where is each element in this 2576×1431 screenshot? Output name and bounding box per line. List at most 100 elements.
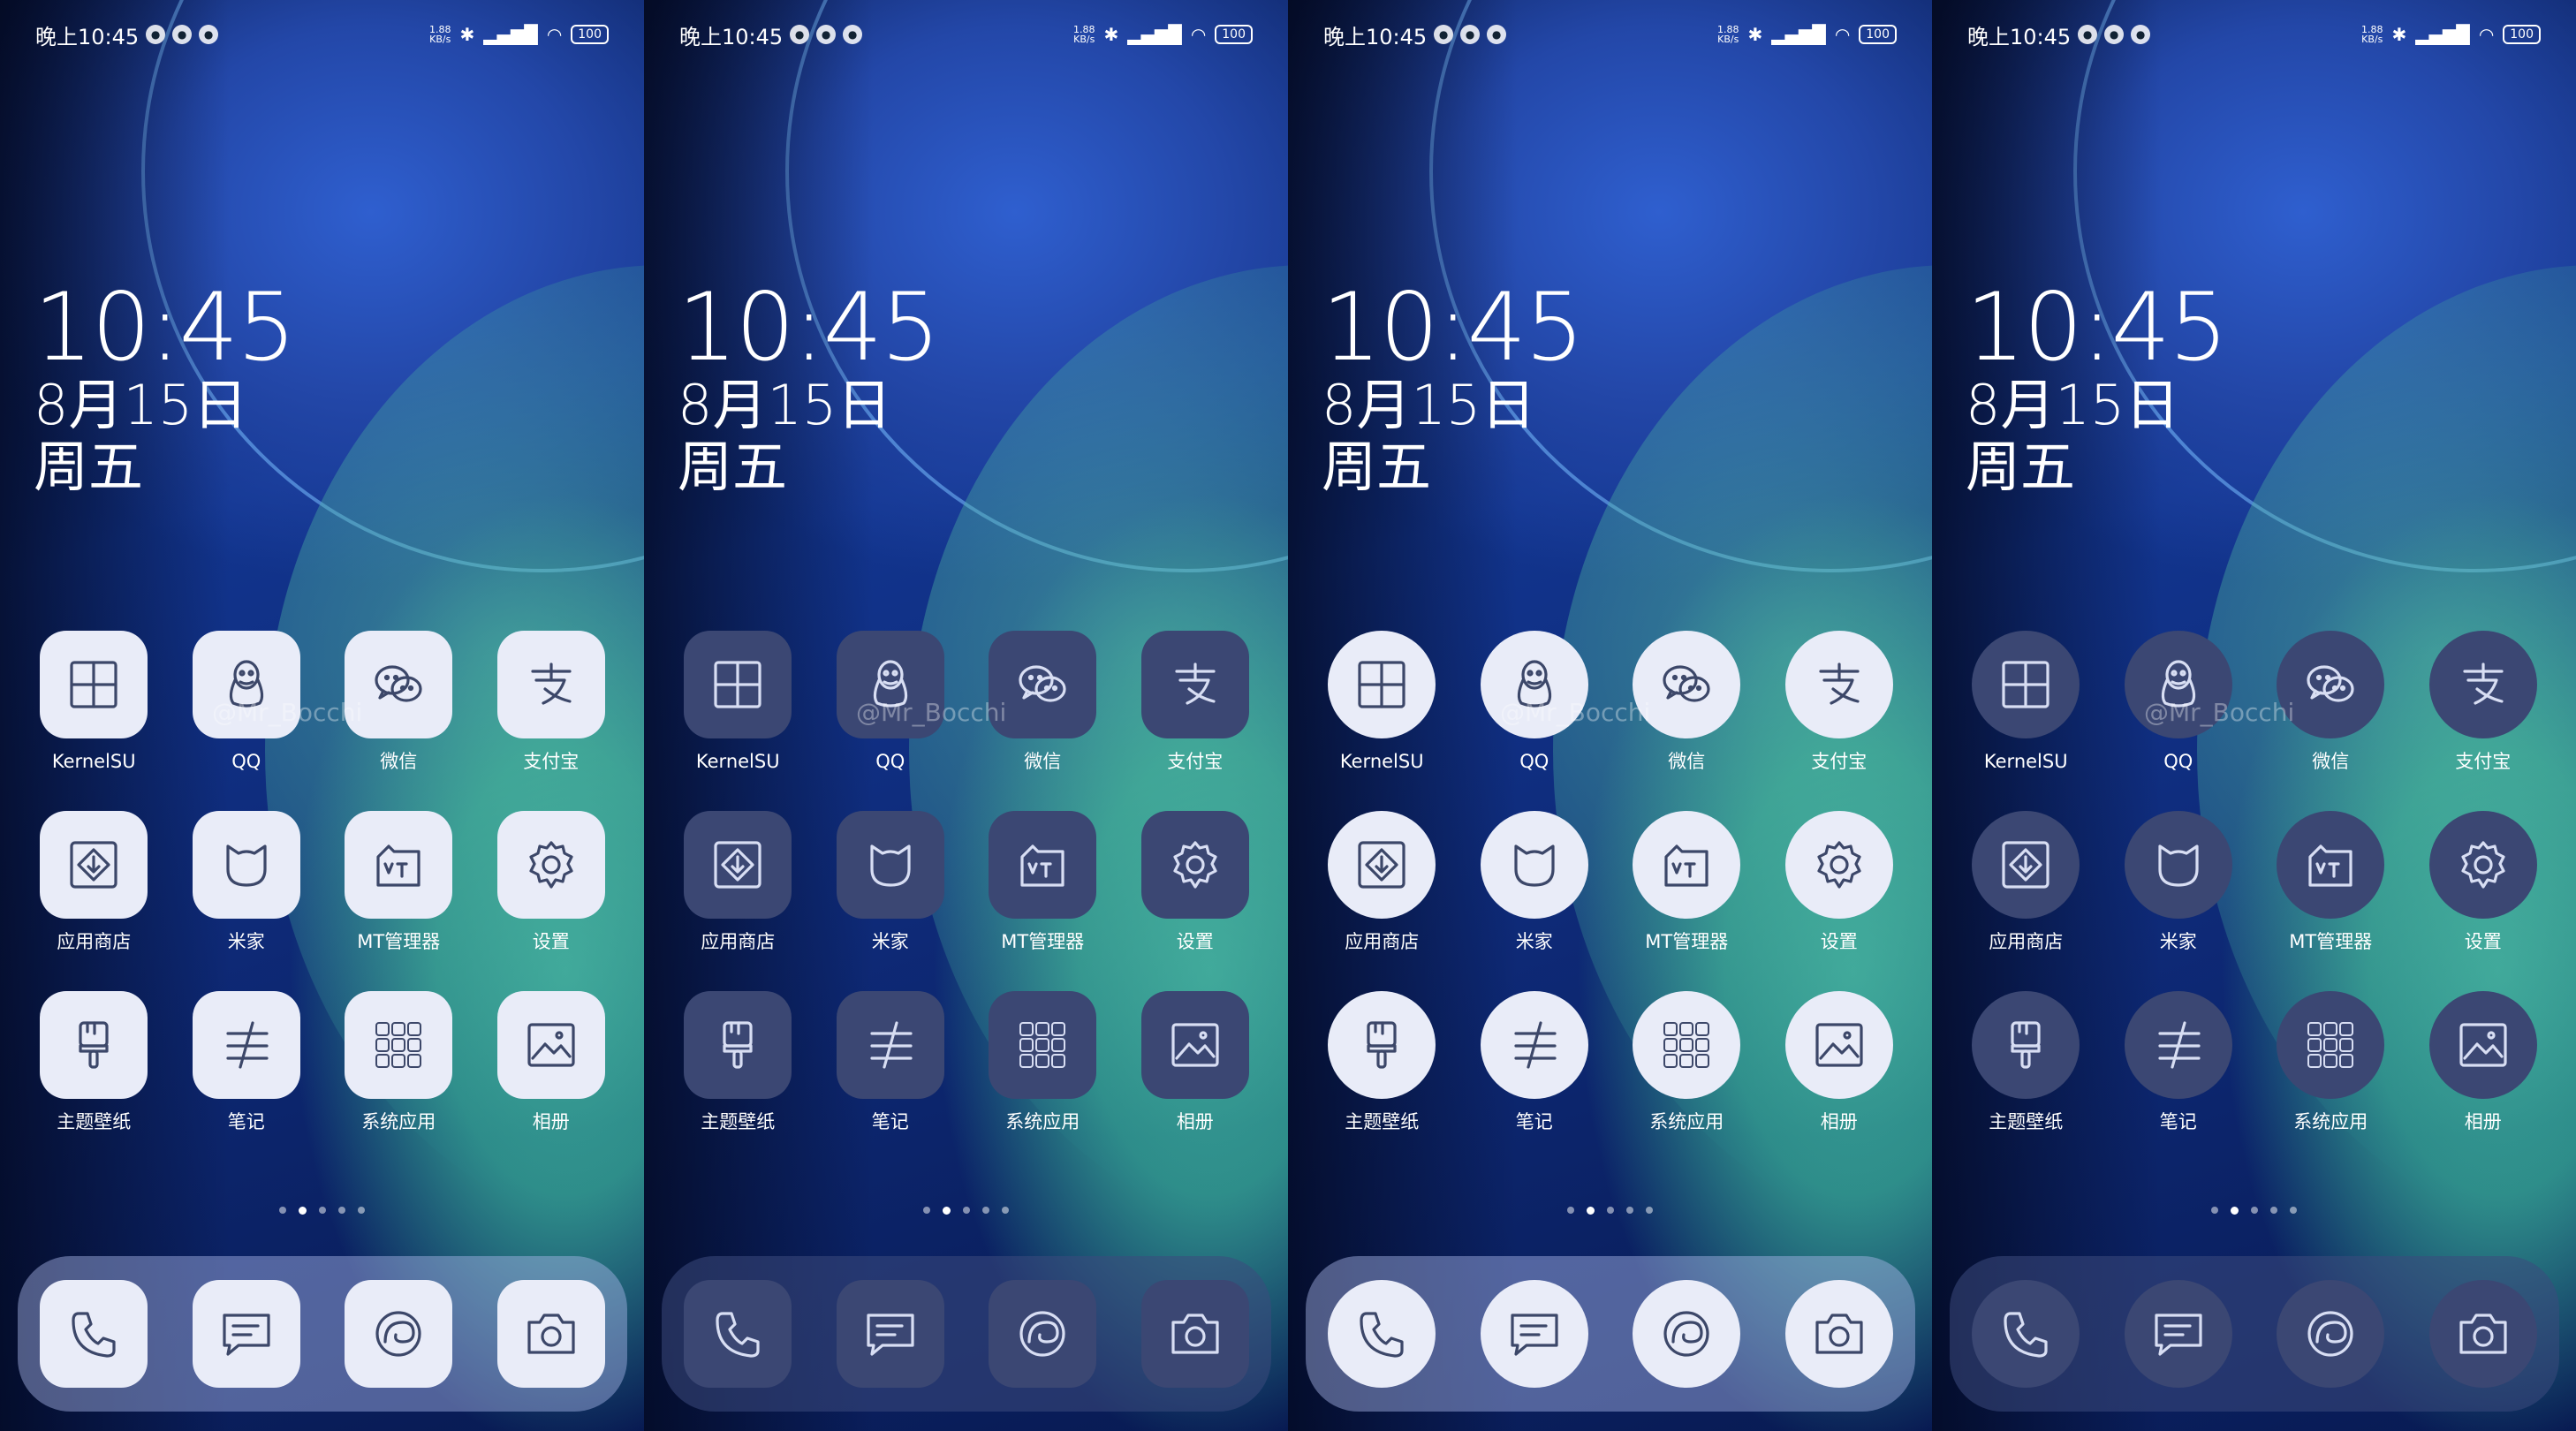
app-mt-manager[interactable]: MT管理器	[1610, 811, 1763, 954]
app-mijia[interactable]: 米家	[814, 811, 967, 954]
page-indicator[interactable]	[644, 1207, 1288, 1215]
app-gallery[interactable]: 相册	[2407, 991, 2560, 1134]
app-mijia[interactable]: 米家	[1458, 811, 1611, 954]
app-gear[interactable]: 设置	[475, 811, 628, 954]
gear-icon[interactable]	[496, 811, 605, 919]
clock-widget[interactable]: 10:45 8月15日 周五	[34, 281, 296, 498]
grid-icon[interactable]	[1972, 631, 2080, 738]
message-icon[interactable]	[192, 1280, 300, 1388]
app-grid[interactable]: KernelSU	[1306, 631, 1458, 774]
folder-icon[interactable]	[2277, 991, 2385, 1099]
app-folder[interactable]: 系统应用	[966, 991, 1119, 1134]
gallery-icon[interactable]	[496, 991, 605, 1099]
app-app-store[interactable]: 应用商店	[18, 811, 170, 954]
app-app-store[interactable]: 应用商店	[1306, 811, 1458, 954]
notes-icon[interactable]	[836, 991, 944, 1099]
page-indicator[interactable]	[1932, 1207, 2576, 1215]
app-brush[interactable]: 主题壁纸	[662, 991, 814, 1134]
message-icon[interactable]	[836, 1280, 944, 1388]
app-alipay[interactable]: 支付宝	[1119, 631, 1272, 774]
clock-widget[interactable]: 10:45 8月15日 周五	[1966, 281, 2228, 498]
page-dot[interactable]	[1607, 1207, 1614, 1214]
mijia-icon[interactable]	[836, 811, 944, 919]
app-app-store[interactable]: 应用商店	[1950, 811, 2102, 954]
app-gallery[interactable]: 相册	[1119, 991, 1272, 1134]
mt-manager-icon[interactable]	[989, 811, 1097, 919]
page-dot[interactable]	[319, 1207, 326, 1214]
phone-icon[interactable]	[40, 1280, 148, 1388]
app-mijia[interactable]: 米家	[2102, 811, 2255, 954]
clock-widget[interactable]: 10:45 8月15日 周五	[1322, 281, 1584, 498]
page-dot[interactable]	[1626, 1207, 1633, 1214]
browser-icon[interactable]	[1633, 1280, 1741, 1388]
app-folder[interactable]: 系统应用	[2254, 991, 2407, 1134]
app-alipay[interactable]: 支付宝	[1763, 631, 1916, 774]
phone-icon[interactable]	[684, 1280, 792, 1388]
camera-icon[interactable]	[1784, 1280, 1893, 1388]
clock-widget[interactable]: 10:45 8月15日 周五	[678, 281, 940, 498]
app-notes[interactable]: 笔记	[1458, 991, 1611, 1134]
grid-icon[interactable]	[1328, 631, 1436, 738]
page-dot[interactable]	[1587, 1207, 1595, 1215]
grid-icon[interactable]	[40, 631, 148, 738]
page-dot[interactable]	[299, 1207, 307, 1215]
gallery-icon[interactable]	[1784, 991, 1893, 1099]
app-alipay[interactable]: 支付宝	[475, 631, 628, 774]
app-notes[interactable]: 笔记	[814, 991, 967, 1134]
alipay-icon[interactable]	[2428, 631, 2537, 738]
app-brush[interactable]: 主题壁纸	[1306, 991, 1458, 1134]
alipay-icon[interactable]	[1784, 631, 1893, 738]
app-mt-manager[interactable]: MT管理器	[322, 811, 475, 954]
app-notes[interactable]: 笔记	[170, 991, 323, 1134]
phone-icon[interactable]	[1328, 1280, 1436, 1388]
browser-icon[interactable]	[2277, 1280, 2385, 1388]
app-store-icon[interactable]	[40, 811, 148, 919]
page-dot[interactable]	[943, 1207, 951, 1215]
page-dot[interactable]	[1002, 1207, 1009, 1214]
app-folder[interactable]: 系统应用	[1610, 991, 1763, 1134]
page-dot[interactable]	[1567, 1207, 1574, 1214]
camera-icon[interactable]	[1140, 1280, 1249, 1388]
camera-icon[interactable]	[496, 1280, 605, 1388]
folder-icon[interactable]	[345, 991, 453, 1099]
message-icon[interactable]	[2124, 1280, 2232, 1388]
page-dot[interactable]	[279, 1207, 286, 1214]
app-app-store[interactable]: 应用商店	[662, 811, 814, 954]
message-icon[interactable]	[1480, 1280, 1588, 1388]
app-brush[interactable]: 主题壁纸	[18, 991, 170, 1134]
mt-manager-icon[interactable]	[345, 811, 453, 919]
page-dot[interactable]	[2251, 1207, 2258, 1214]
folder-icon[interactable]	[1633, 991, 1741, 1099]
page-dot[interactable]	[982, 1207, 989, 1214]
notes-icon[interactable]	[1480, 991, 1588, 1099]
page-dot[interactable]	[2290, 1207, 2297, 1214]
gear-icon[interactable]	[1140, 811, 1249, 919]
page-dot[interactable]	[2270, 1207, 2277, 1214]
page-dot[interactable]	[358, 1207, 365, 1214]
brush-icon[interactable]	[684, 991, 792, 1099]
page-dot[interactable]	[2231, 1207, 2239, 1215]
phone-icon[interactable]	[1972, 1280, 2080, 1388]
alipay-icon[interactable]	[1140, 631, 1249, 738]
grid-icon[interactable]	[684, 631, 792, 738]
app-gear[interactable]: 设置	[2407, 811, 2560, 954]
gear-icon[interactable]	[1784, 811, 1893, 919]
app-mt-manager[interactable]: MT管理器	[966, 811, 1119, 954]
gallery-icon[interactable]	[2428, 991, 2537, 1099]
app-mijia[interactable]: 米家	[170, 811, 323, 954]
page-dot[interactable]	[2211, 1207, 2218, 1214]
page-indicator[interactable]	[1288, 1207, 1932, 1215]
app-gallery[interactable]: 相册	[475, 991, 628, 1134]
notes-icon[interactable]	[2124, 991, 2232, 1099]
gallery-icon[interactable]	[1140, 991, 1249, 1099]
app-store-icon[interactable]	[1972, 811, 2080, 919]
app-brush[interactable]: 主题壁纸	[1950, 991, 2102, 1134]
app-grid[interactable]: KernelSU	[662, 631, 814, 774]
page-dot[interactable]	[923, 1207, 930, 1214]
app-alipay[interactable]: 支付宝	[2407, 631, 2560, 774]
mt-manager-icon[interactable]	[2277, 811, 2385, 919]
app-gear[interactable]: 设置	[1763, 811, 1916, 954]
page-dot[interactable]	[1646, 1207, 1653, 1214]
page-dot[interactable]	[338, 1207, 345, 1214]
browser-icon[interactable]	[989, 1280, 1097, 1388]
